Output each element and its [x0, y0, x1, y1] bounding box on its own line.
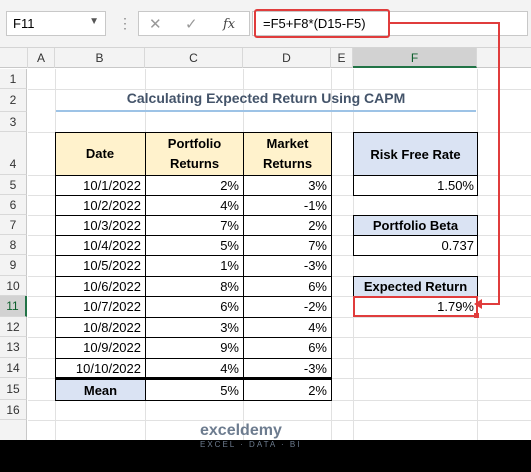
cell-date[interactable]: 10/6/2022	[55, 276, 145, 296]
column-header-blank	[477, 48, 531, 68]
cell-portfolio[interactable]: 4%	[145, 195, 243, 215]
sheet-title: Calculating Expected Return Using CAPM	[126, 90, 406, 106]
cell-date[interactable]: 10/5/2022	[55, 255, 145, 276]
column-header-b[interactable]: B	[55, 48, 145, 68]
column-headers: A B C D E F	[0, 48, 531, 68]
row-header-12[interactable]: 12	[0, 317, 27, 337]
insert-function-icon[interactable]: fx	[223, 17, 235, 32]
cell-portfolio[interactable]: 4%	[145, 358, 243, 378]
cell-market[interactable]: 4%	[243, 317, 331, 337]
arrow-head-icon	[474, 299, 482, 309]
fill-handle[interactable]	[474, 313, 479, 318]
row-header-7[interactable]: 7	[0, 215, 27, 235]
row-header-6[interactable]: 6	[0, 195, 27, 215]
cell-market[interactable]: 6%	[243, 337, 331, 358]
row-header-10[interactable]: 10	[0, 276, 27, 296]
cell-date[interactable]: 10/2/2022	[55, 195, 145, 215]
expected-return-label[interactable]: Expected Return	[353, 276, 478, 297]
risk-free-value[interactable]: 1.50%	[353, 175, 478, 196]
cancel-icon[interactable]: ✕	[149, 15, 162, 33]
cell-market[interactable]: 6%	[243, 276, 331, 296]
enter-icon[interactable]: ✓	[185, 15, 198, 33]
row-header-3[interactable]: 3	[0, 112, 27, 132]
column-header-e[interactable]: E	[331, 48, 353, 68]
formula-buttons: ✕ ✓ fx	[138, 11, 250, 36]
title-underline	[56, 110, 476, 112]
beta-label[interactable]: Portfolio Beta	[353, 215, 478, 236]
column-header-c[interactable]: C	[145, 48, 243, 68]
header-market-returns[interactable]: Market Returns	[243, 132, 331, 175]
header-portfolio-returns[interactable]: Portfolio Returns	[145, 132, 243, 175]
cell-date[interactable]: 10/7/2022	[55, 296, 145, 317]
beta-value[interactable]: 0.737	[353, 235, 478, 256]
row-header-8[interactable]: 8	[0, 235, 27, 255]
cell-market[interactable]: 3%	[243, 175, 331, 195]
cell-market[interactable]: 2%	[243, 215, 331, 235]
connector-line	[390, 22, 500, 24]
cell-portfolio[interactable]: 8%	[145, 276, 243, 296]
name-box[interactable]: F11 ▼	[6, 11, 106, 36]
row-header-4[interactable]: 4	[0, 132, 27, 175]
row-header-2[interactable]: 2	[0, 89, 27, 112]
row-header-9[interactable]: 9	[0, 255, 27, 276]
cell-portfolio[interactable]: 7%	[145, 215, 243, 235]
row-header-blank	[0, 420, 27, 440]
more-options-icon[interactable]: ⋮	[118, 15, 132, 32]
column-header-f[interactable]: F	[353, 48, 477, 68]
row-header-14[interactable]: 14	[0, 358, 27, 378]
mean-portfolio[interactable]: 5%	[145, 380, 243, 400]
row-header-15[interactable]: 15	[0, 378, 27, 400]
mean-market[interactable]: 2%	[243, 380, 331, 400]
cell-portfolio[interactable]: 6%	[145, 296, 243, 317]
cell-market[interactable]: 7%	[243, 235, 331, 255]
exceldemy-logo: exceldemy EXCEL · DATA · BI	[200, 422, 301, 449]
table-rule	[55, 400, 332, 401]
column-header-a[interactable]: A	[28, 48, 55, 68]
cell-date[interactable]: 10/3/2022	[55, 215, 145, 235]
name-box-value: F11	[13, 16, 35, 31]
formula-highlight-box	[254, 9, 390, 38]
cell-date[interactable]: 10/1/2022	[55, 175, 145, 195]
column-header-d[interactable]: D	[243, 48, 331, 68]
cell-date[interactable]: 10/9/2022	[55, 337, 145, 358]
header-date[interactable]: Date	[55, 132, 145, 175]
chevron-down-icon[interactable]: ▼	[89, 16, 99, 27]
table-divider	[55, 378, 56, 401]
cell-date[interactable]: 10/4/2022	[55, 235, 145, 255]
watermark-tagline: EXCEL · DATA · BI	[200, 440, 302, 449]
row-header-13[interactable]: 13	[0, 337, 27, 358]
cell-date[interactable]: 10/10/2022	[55, 358, 145, 378]
formula-bar: F11 ▼ ⋮ ✕ ✓ fx =F5+F8*(D15-F5)	[0, 0, 531, 48]
connector-line	[481, 303, 500, 305]
table-divider	[331, 378, 332, 401]
cell-market[interactable]: -1%	[243, 195, 331, 215]
row-header-1[interactable]: 1	[0, 69, 27, 89]
cell-portfolio[interactable]: 2%	[145, 175, 243, 195]
cell-portfolio[interactable]: 3%	[145, 317, 243, 337]
gridline	[28, 420, 531, 421]
cell-market[interactable]: -3%	[243, 358, 331, 378]
connector-line	[498, 22, 500, 305]
cell-market[interactable]: -3%	[243, 255, 331, 276]
risk-free-label[interactable]: Risk Free Rate	[353, 132, 478, 176]
cell-market[interactable]: -2%	[243, 296, 331, 317]
row-header-16[interactable]: 16	[0, 400, 27, 420]
selected-cell-outline	[353, 296, 478, 317]
cell-date[interactable]: 10/8/2022	[55, 317, 145, 337]
watermark-brand: exceldemy	[200, 422, 282, 439]
row-header-11[interactable]: 11	[0, 296, 27, 317]
cell-portfolio[interactable]: 5%	[145, 235, 243, 255]
mean-label[interactable]: Mean	[56, 380, 145, 400]
select-all-corner[interactable]	[0, 48, 28, 68]
cell-portfolio[interactable]: 1%	[145, 255, 243, 276]
cell-portfolio[interactable]: 9%	[145, 337, 243, 358]
row-header-5[interactable]: 5	[0, 175, 27, 195]
